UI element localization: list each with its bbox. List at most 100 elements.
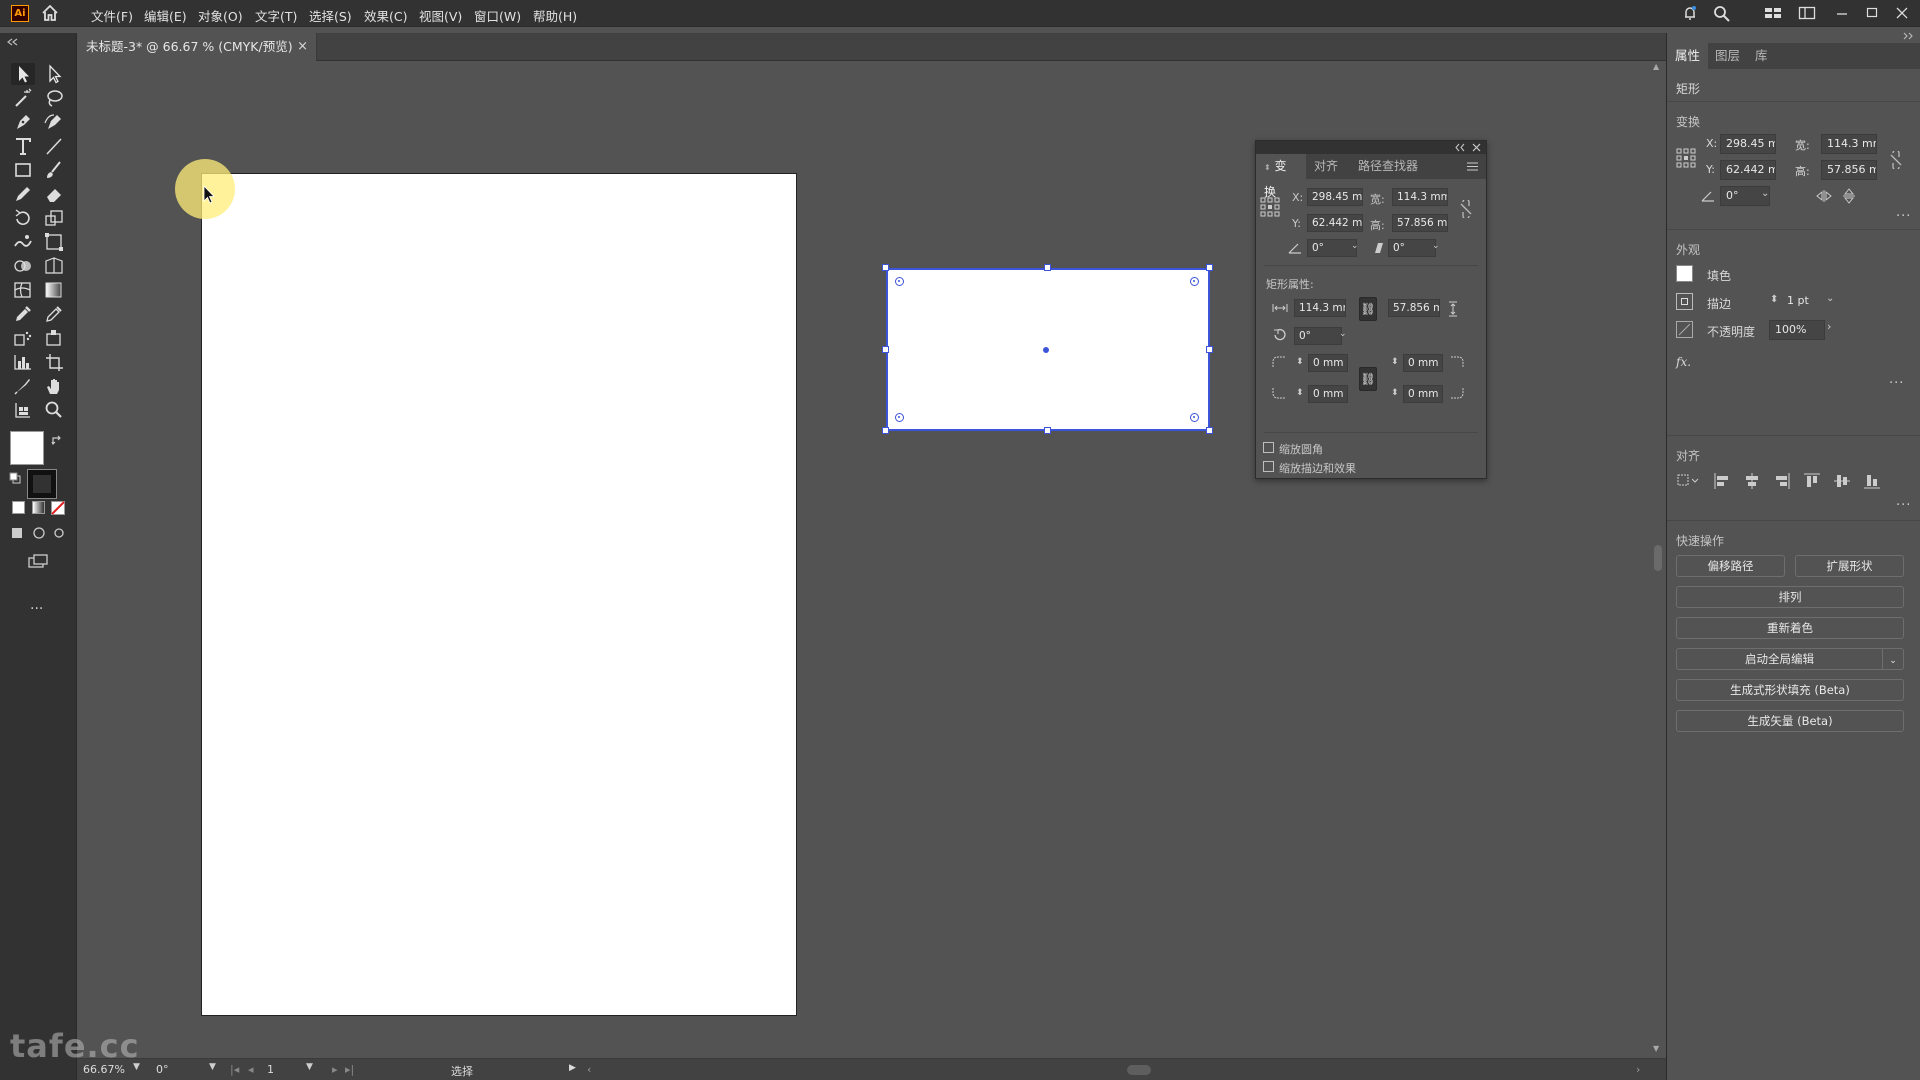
scale-strokes-checkbox[interactable] [1263,461,1274,472]
document-tab-close-button[interactable]: × [297,33,308,61]
reference-point-icon[interactable] [1260,197,1280,217]
x-input[interactable]: 298.45 mm [1307,188,1363,206]
print-tiling-tool-icon[interactable] [11,399,35,421]
menu-effect[interactable]: 效果(C) [364,6,407,25]
close-icon[interactable] [1892,4,1912,22]
free-transform-tool-icon[interactable] [42,231,66,253]
artboard-tool-icon[interactable] [42,351,66,373]
column-graph-tool-icon[interactable] [11,351,35,373]
symbol-sprayer-tool-icon[interactable] [11,327,35,349]
curvature-tool-icon[interactable] [42,111,66,133]
mesh-tool-icon[interactable] [11,279,35,301]
tab-layers[interactable]: 图层 [1707,43,1748,69]
chevron-down-icon[interactable]: ▼ [306,1062,313,1072]
chevron-down-icon[interactable]: ⌄ [1826,293,1834,304]
menu-type[interactable]: 文字(T) [255,6,297,25]
menu-file[interactable]: 文件(F) [91,6,133,25]
maximize-icon[interactable] [1862,4,1882,22]
rotate-tool-icon[interactable] [11,207,35,229]
x-input[interactable]: 298.45 m [1720,134,1776,154]
corner-tl-input[interactable]: 0 mm [1308,354,1348,372]
menu-edit[interactable]: 编辑(E) [144,6,187,25]
artboard[interactable] [202,174,796,1015]
width-input[interactable]: 114.3 mm [1821,134,1877,154]
resize-handle-left[interactable] [882,346,889,353]
expand-shape-button[interactable]: 扩展形状 [1795,555,1904,577]
live-paint-tool-icon[interactable] [42,327,66,349]
perspective-grid-tool-icon[interactable] [42,255,66,277]
corner-bl-input[interactable]: 0 mm [1308,385,1348,403]
collapse-icon[interactable] [1455,143,1465,152]
first-artboard-icon[interactable]: |◂ [230,1063,239,1076]
resize-handle-top[interactable] [1044,264,1051,271]
fill-color-swatch[interactable] [1676,265,1693,282]
stepper-icon[interactable]: ⬍ [1391,388,1399,398]
opacity-input[interactable]: 100% [1769,320,1825,340]
chevron-down-icon[interactable]: ⌄ [1432,241,1440,251]
lasso-tool-icon[interactable] [42,87,66,109]
slice-tool-icon[interactable] [11,375,35,397]
more-tools-button[interactable]: ··· [30,601,43,617]
generate-vectors-button[interactable]: 生成矢量 (Beta) [1676,710,1904,732]
align-right-icon[interactable] [1774,473,1790,489]
global-edit-button[interactable]: 启动全局编辑 [1676,648,1883,670]
resize-handle-tl[interactable] [882,264,889,271]
constrain-proportions-icon[interactable] [1889,151,1903,169]
color-mode-icon[interactable] [12,501,25,514]
notifications-icon[interactable] [1680,4,1700,22]
height-input[interactable]: 57.856 m [1821,160,1877,180]
last-artboard-icon[interactable]: ▸| [345,1063,354,1076]
scroll-down-icon[interactable]: ▼ [1653,1044,1659,1053]
scale-corners-checkbox[interactable] [1263,442,1274,453]
scroll-left-icon[interactable]: ‹ [587,1063,591,1076]
screen-mode-icon[interactable] [27,553,49,569]
resize-handle-tr[interactable] [1206,264,1213,271]
align-top-icon[interactable] [1804,473,1820,489]
arrange-button[interactable]: 排列 [1676,586,1904,608]
rotate-angle-input[interactable]: 0° [1307,239,1357,257]
stepper-icon[interactable]: ⬍ [1296,388,1304,398]
stroke-weight-input[interactable]: 1 pt [1782,292,1828,312]
previous-artboard-icon[interactable]: ◂ [248,1063,254,1076]
more-options-button[interactable]: ··· [1896,498,1911,513]
y-input[interactable]: 62.442 mm [1307,214,1363,232]
rect-rotate-input[interactable]: 0° [1294,327,1342,345]
none-mode-icon[interactable] [51,501,65,515]
chevron-down-icon[interactable]: ⌄ [1761,188,1769,199]
magic-wand-tool-icon[interactable] [11,87,35,109]
direct-selection-tool-icon[interactable] [42,63,66,85]
type-tool-icon[interactable] [11,135,35,157]
shape-builder-tool-icon[interactable] [11,255,35,277]
corner-tr-input[interactable]: 0 mm [1403,354,1443,372]
swap-fill-stroke-icon[interactable] [50,434,64,448]
paintbrush-tool-icon[interactable] [42,159,66,181]
height-input[interactable]: 57.856 mm [1392,214,1448,232]
next-artboard-icon[interactable]: ▸ [332,1063,338,1076]
live-corner-widget-bl[interactable] [895,413,904,422]
rotation-view-field[interactable]: 0° [156,1063,169,1076]
scroll-up-icon[interactable]: ▲ [1653,62,1659,71]
zoom-tool-icon[interactable] [42,399,66,421]
arrange-documents-icon[interactable] [1797,4,1817,22]
resize-handle-bl[interactable] [882,427,889,434]
home-icon[interactable] [40,4,60,22]
live-corner-widget-tl[interactable] [895,277,904,286]
chevron-right-icon[interactable]: › [1827,320,1831,333]
workspace-switcher-icon[interactable] [1763,4,1783,22]
flip-horizontal-icon[interactable] [1816,190,1832,202]
gradient-mode-icon[interactable] [32,501,45,514]
panel-menu-icon[interactable] [1467,162,1478,171]
generative-shape-fill-button[interactable]: 生成式形状填充 (Beta) [1676,679,1904,701]
horizontal-scrollbar-thumb[interactable] [1127,1065,1151,1075]
live-corner-widget-br[interactable] [1190,413,1199,422]
tab-align[interactable]: 对齐 [1306,154,1346,179]
stepper-icon[interactable]: ⬍ [1391,357,1399,367]
tab-transform[interactable]: ⬍ 变换 [1256,154,1306,199]
chevron-down-icon[interactable]: ▼ [209,1062,216,1072]
default-fill-stroke-icon[interactable] [8,471,22,485]
search-icon[interactable] [1712,4,1732,22]
eraser-tool-icon[interactable] [42,183,66,205]
more-options-button[interactable]: ··· [1896,209,1911,224]
vertical-scrollbar[interactable]: ▲ ▼ [1650,61,1666,1058]
live-corner-widget-tr[interactable] [1190,277,1199,286]
